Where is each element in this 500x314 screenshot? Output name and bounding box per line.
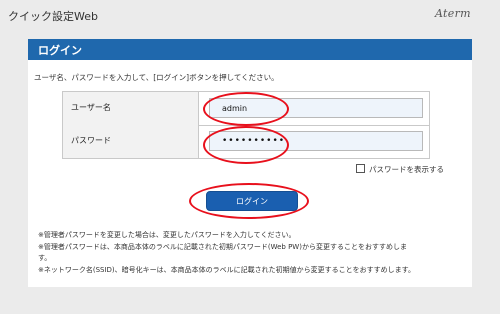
instruction-text: ユーザ名、パスワードを入力して、[ログイン]ボタンを押してください。 [34,73,279,82]
top-bar: クイック設定Web Aterm [0,0,500,32]
username-row: ユーザー名 [63,92,429,126]
note-line: ※管理者パスワードは、本商品本体のラベルに記載された初期パスワード(Web PW… [38,242,407,251]
show-password-checkbox[interactable] [356,164,365,173]
page-title: ログイン [38,44,82,57]
panel-header: ログイン [28,39,472,60]
login-panel: ログイン ユーザ名、パスワードを入力して、[ログイン]ボタンを押してください。 … [28,39,472,287]
password-label-cell: パスワード [63,125,199,158]
username-label: ユーザー名 [71,103,111,112]
username-input[interactable] [209,98,423,118]
note-line: ※ネットワーク名(SSID)、暗号化キーは、本商品本体のラベルに記載された初期値… [38,265,415,274]
password-input[interactable] [209,131,423,151]
aterm-logo: Aterm [435,7,471,20]
login-form: ユーザー名 パスワード [62,91,430,159]
note-line: す。 [38,254,52,262]
show-password-label[interactable]: パスワードを表示する [369,164,444,175]
note-line: ※管理者パスワードを変更した場合は、変更したパスワードを入力してください。 [38,231,296,239]
login-button-label[interactable]: ログイン [207,196,297,207]
app-title: クイック設定Web [8,10,98,23]
password-label: パスワード [71,136,111,145]
login-button[interactable]: ログイン [206,191,298,211]
password-row: パスワード [63,125,429,158]
notes: ※管理者パスワードを変更した場合は、変更したパスワードを入力してください。 ※管… [38,230,468,276]
username-label-cell: ユーザー名 [63,92,199,125]
